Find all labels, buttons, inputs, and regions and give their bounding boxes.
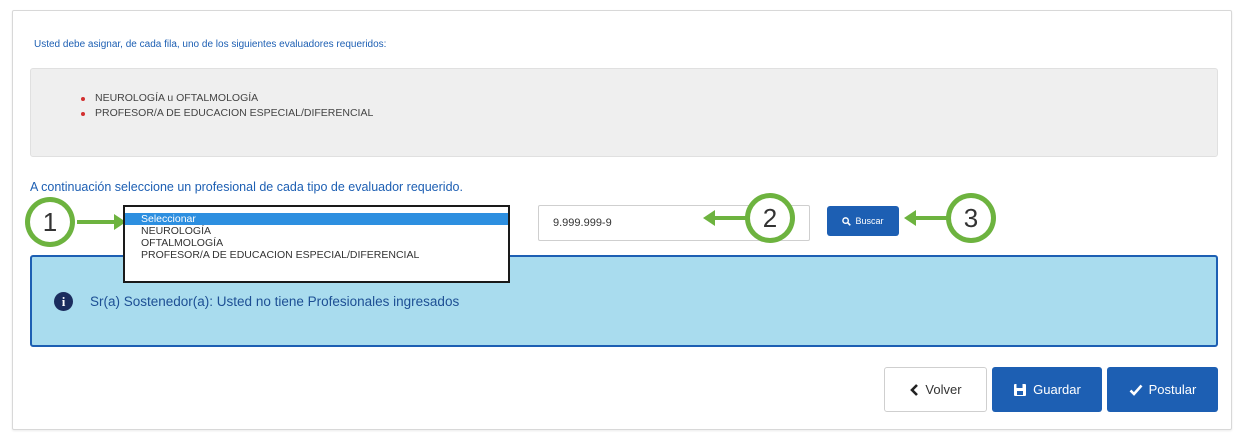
save-button-label: Guardar (1033, 382, 1081, 397)
back-button[interactable]: Volver (884, 367, 987, 412)
search-icon (842, 216, 852, 226)
callout-number: 1 (30, 202, 70, 242)
dropdown-option[interactable]: PROFESOR/A DE EDUCACION ESPECIAL/DIFEREN… (125, 249, 508, 261)
required-evaluator-label: NEUROLOGÍA u OFTALMOLOGÍA (95, 92, 259, 104)
evaluator-type-dropdown[interactable]: Seleccionar NEUROLOGÍA OFTALMOLOGÍA PROF… (123, 205, 510, 283)
dropdown-option[interactable]: OFTALMOLOGÍA (125, 237, 508, 249)
intro-text: Usted debe asignar, de cada fila, uno de… (34, 39, 387, 50)
submit-button-label: Postular (1148, 382, 1197, 397)
selection-instruction: A continuación seleccione un profesional… (30, 180, 463, 194)
callout-number: 3 (951, 198, 991, 238)
back-button-label: Volver (925, 382, 962, 397)
bullet-icon (81, 97, 85, 101)
alert-message: Sr(a) Sostenedor(a): Usted no tiene Prof… (90, 294, 460, 309)
required-evaluators-box: NEUROLOGÍA u OFTALMOLOGÍA PROFESOR/A DE … (30, 68, 1218, 157)
required-evaluator-item: PROFESOR/A DE EDUCACION ESPECIAL/DIFEREN… (79, 106, 373, 121)
required-evaluator-label: PROFESOR/A DE EDUCACION ESPECIAL/DIFEREN… (95, 107, 374, 119)
save-button[interactable]: Guardar (992, 367, 1102, 412)
submit-button[interactable]: Postular (1107, 367, 1218, 412)
dropdown-option-selected[interactable]: Seleccionar (125, 213, 508, 225)
save-icon (1014, 383, 1027, 396)
search-button-label: Buscar (855, 216, 884, 226)
dropdown-option[interactable]: NEUROLOGÍA (125, 225, 508, 237)
callout-number: 2 (750, 198, 790, 238)
chevron-left-icon (910, 383, 919, 396)
check-icon (1129, 384, 1143, 396)
callout-3: 3 (946, 193, 996, 243)
required-evaluator-item: NEUROLOGÍA u OFTALMOLOGÍA (79, 91, 373, 106)
search-button[interactable]: Buscar (827, 206, 899, 236)
required-evaluators-list: NEUROLOGÍA u OFTALMOLOGÍA PROFESOR/A DE … (79, 91, 373, 121)
callout-2: 2 (745, 193, 795, 243)
bullet-icon (81, 112, 85, 116)
info-icon: i (54, 292, 73, 311)
callout-1: 1 (25, 197, 75, 247)
callout-1-arrow-icon (77, 214, 126, 230)
